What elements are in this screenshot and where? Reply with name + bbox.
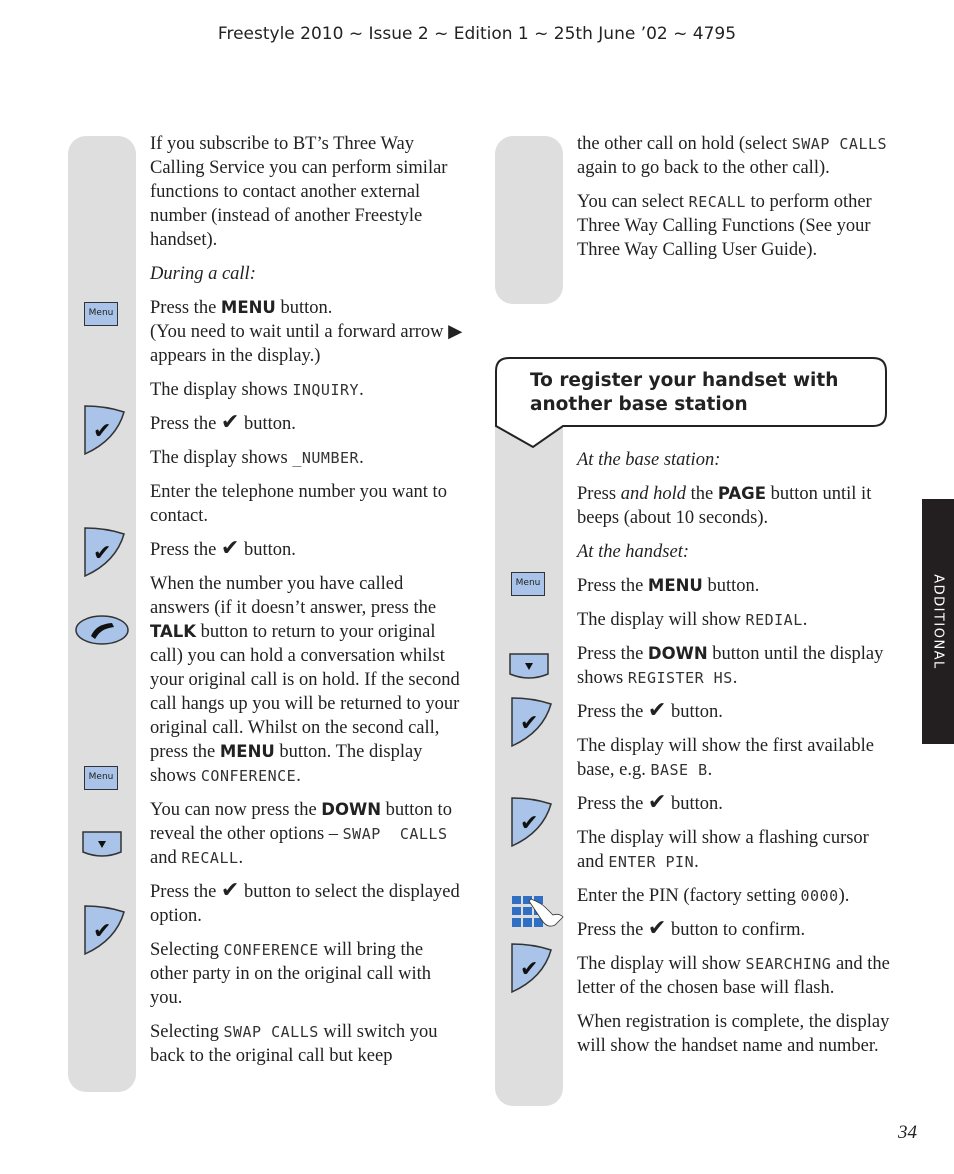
subheading-during-call: During a call: xyxy=(150,264,256,284)
talk-button-icon xyxy=(75,615,129,645)
svg-text:✔: ✔ xyxy=(520,711,538,736)
ok-tick-button-icon: ✔ xyxy=(84,905,125,956)
tick-icon: ✔ xyxy=(220,878,240,903)
tick-icon: ✔ xyxy=(220,410,240,435)
step-press-tick-2: Press the ✔ button. xyxy=(577,790,723,815)
step-press-tick: Press the ✔ button. xyxy=(150,410,296,435)
step-display-inquiry: The display shows INQUIRY. xyxy=(150,380,364,400)
right-top-icon-strip xyxy=(495,136,563,304)
down-button-icon xyxy=(509,653,549,679)
step-press-menu: Press the MENU button. xyxy=(577,576,760,596)
ok-tick-button-icon: ✔ xyxy=(84,527,125,578)
menu-button-icon: Menu xyxy=(84,302,118,326)
step-select-option: Press the ✔ button to select the display… xyxy=(150,878,460,927)
step-display-enter-pin: The display will show a flashing cursor … xyxy=(577,828,869,872)
intro-paragraph: If you subscribe to BT’s Three Way Calli… xyxy=(150,134,448,250)
left-column: If you subscribe to BT’s Three Way Calli… xyxy=(150,132,465,1078)
section-title: To register your handset with another ba… xyxy=(530,370,839,415)
svg-text:✔: ✔ xyxy=(520,811,538,836)
svg-text:✔: ✔ xyxy=(93,419,111,444)
svg-text:✔: ✔ xyxy=(93,919,111,944)
note-swap-calls: Selecting SWAP CALLS will switch you bac… xyxy=(150,1022,438,1066)
keypad-icon xyxy=(512,896,564,927)
right-bottom-icon-strip xyxy=(495,420,563,1106)
svg-text:✔: ✔ xyxy=(520,957,538,982)
step-enter-number: Enter the telephone number you want to c… xyxy=(150,482,447,526)
subheading-handset: At the handset: xyxy=(577,542,690,562)
step-confirm: Press the ✔ button to confirm. xyxy=(577,916,806,941)
step-display-base: The display will show the first availabl… xyxy=(577,736,874,780)
tick-icon: ✔ xyxy=(647,790,667,815)
right-column-bottom: At the base station: Press and hold the … xyxy=(577,448,895,1068)
ok-tick-button-icon: ✔ xyxy=(511,697,552,748)
right-column-top: the other call on hold (select SWAP CALL… xyxy=(577,132,892,272)
step-second-call: When the number you have called answers … xyxy=(150,574,460,786)
tick-icon: ✔ xyxy=(220,536,240,561)
page-number: 34 xyxy=(898,1122,917,1143)
step-press-tick-2: Press the ✔ button. xyxy=(150,536,296,561)
section-side-tab: ADDITIONAL xyxy=(922,499,954,744)
ok-tick-button-icon: ✔ xyxy=(511,943,552,994)
step-display-number: The display shows _NUMBER. xyxy=(150,448,364,468)
step-press-menu: Press the MENU button. (You need to wait … xyxy=(150,298,463,366)
ok-tick-button-icon: ✔ xyxy=(84,405,125,456)
document-header: Freestyle 2010 ~ Issue 2 ~ Edition 1 ~ 2… xyxy=(217,24,737,44)
step-press-down: Press the DOWN button until the display … xyxy=(577,644,884,688)
ok-tick-button-icon: ✔ xyxy=(511,797,552,848)
svg-text:✔: ✔ xyxy=(93,541,111,566)
step-press-page: Press and hold the PAGE button until it … xyxy=(577,484,872,528)
step-press-tick: Press the ✔ button. xyxy=(577,698,723,723)
recall-note: You can select RECALL to perform other T… xyxy=(577,192,872,260)
subheading-base-station: At the base station: xyxy=(577,450,721,470)
step-complete: When registration is complete, the displ… xyxy=(577,1012,890,1056)
step-press-down: You can now press the DOWN button to rev… xyxy=(150,800,452,868)
tick-icon: ✔ xyxy=(647,916,667,941)
menu-button-icon: Menu xyxy=(511,572,545,596)
menu-button-icon: Menu xyxy=(84,766,118,790)
step-enter-pin: Enter the PIN (factory setting 0000). xyxy=(577,886,850,906)
tick-icon: ✔ xyxy=(647,698,667,723)
step-display-redial: The display will show REDIAL. xyxy=(577,610,808,630)
step-display-searching: The display will show SEARCHING and the … xyxy=(577,954,890,998)
note-conference: Selecting CONFERENCE will bring the othe… xyxy=(150,940,432,1008)
down-button-icon xyxy=(82,831,122,857)
swap-calls-continued: the other call on hold (select SWAP CALL… xyxy=(577,134,888,178)
